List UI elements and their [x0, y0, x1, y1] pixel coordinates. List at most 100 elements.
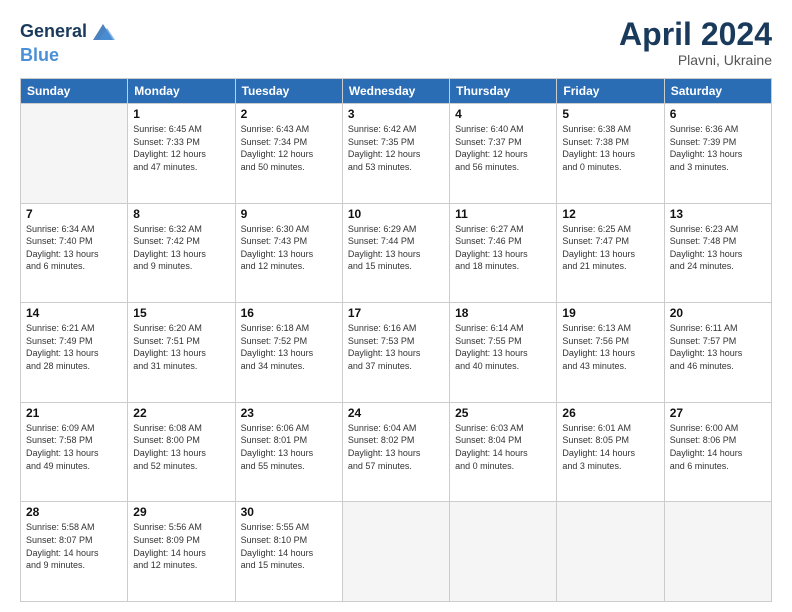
day-info: Sunrise: 6:23 AMSunset: 7:48 PMDaylight:… — [670, 223, 766, 273]
day-number: 7 — [26, 207, 122, 221]
table-row: 23 Sunrise: 6:06 AMSunset: 8:01 PMDayligh… — [235, 402, 342, 502]
calendar-week-row: 7 Sunrise: 6:34 AMSunset: 7:40 PMDaylight… — [21, 203, 772, 303]
day-number: 28 — [26, 505, 122, 519]
table-row: 21Sunrise: 6:09 AMSunset: 7:58 PMDayligh… — [21, 402, 128, 502]
day-info: Sunrise: 5:55 AMSunset: 8:10 PMDaylight:… — [241, 521, 337, 571]
day-info: Sunrise: 6:03 AMSunset: 8:04 PMDaylight:… — [455, 422, 551, 472]
day-info: Sunrise: 6:27 AMSunset: 7:46 PMDaylight:… — [455, 223, 551, 273]
day-info: Sunrise: 6:30 AMSunset: 7:43 PMDaylight:… — [241, 223, 337, 273]
day-info: Sunrise: 6:18 AMSunset: 7:52 PMDaylight:… — [241, 322, 337, 372]
day-number: 3 — [348, 107, 444, 121]
day-number: 2 — [241, 107, 337, 121]
header-tuesday: Tuesday — [235, 79, 342, 104]
header-sunday: Sunday — [21, 79, 128, 104]
header-thursday: Thursday — [450, 79, 557, 104]
table-row: 8 Sunrise: 6:32 AMSunset: 7:42 PMDaylight… — [128, 203, 235, 303]
day-number: 20 — [670, 306, 766, 320]
day-info: Sunrise: 6:14 AMSunset: 7:55 PMDaylight:… — [455, 322, 551, 372]
day-number: 22 — [133, 406, 229, 420]
day-number: 10 — [348, 207, 444, 221]
location: Plavni, Ukraine — [619, 52, 772, 68]
day-info: Sunrise: 6:45 AMSunset: 7:33 PMDaylight:… — [133, 123, 229, 173]
day-number: 26 — [562, 406, 658, 420]
day-number: 6 — [670, 107, 766, 121]
day-info: Sunrise: 5:56 AMSunset: 8:09 PMDaylight:… — [133, 521, 229, 571]
table-row: 29 Sunrise: 5:56 AMSunset: 8:09 PMDayligh… — [128, 502, 235, 602]
weekday-header-row: Sunday Monday Tuesday Wednesday Thursday… — [21, 79, 772, 104]
logo: General Blue — [20, 18, 117, 66]
day-number: 24 — [348, 406, 444, 420]
table-row: 4Sunrise: 6:40 AMSunset: 7:37 PMDaylight… — [450, 104, 557, 204]
day-info: Sunrise: 6:21 AMSunset: 7:49 PMDaylight:… — [26, 322, 122, 372]
header-friday: Friday — [557, 79, 664, 104]
table-row: 12 Sunrise: 6:25 AMSunset: 7:47 PMDayligh… — [557, 203, 664, 303]
table-row: 9 Sunrise: 6:30 AMSunset: 7:43 PMDaylight… — [235, 203, 342, 303]
day-info: Sunrise: 6:06 AMSunset: 8:01 PMDaylight:… — [241, 422, 337, 472]
calendar: Sunday Monday Tuesday Wednesday Thursday… — [20, 78, 772, 602]
table-row: 13 Sunrise: 6:23 AMSunset: 7:48 PMDayligh… — [664, 203, 771, 303]
day-number: 8 — [133, 207, 229, 221]
day-number: 18 — [455, 306, 551, 320]
day-number: 23 — [241, 406, 337, 420]
table-row: 27Sunrise: 6:00 AMSunset: 8:06 PMDayligh… — [664, 402, 771, 502]
day-number: 12 — [562, 207, 658, 221]
table-row — [450, 502, 557, 602]
day-number: 25 — [455, 406, 551, 420]
calendar-week-row: 21Sunrise: 6:09 AMSunset: 7:58 PMDayligh… — [21, 402, 772, 502]
header-monday: Monday — [128, 79, 235, 104]
day-number: 11 — [455, 207, 551, 221]
day-number: 21 — [26, 406, 122, 420]
table-row: 30Sunrise: 5:55 AMSunset: 8:10 PMDayligh… — [235, 502, 342, 602]
table-row: 7 Sunrise: 6:34 AMSunset: 7:40 PMDaylight… — [21, 203, 128, 303]
day-number: 16 — [241, 306, 337, 320]
table-row: 20 Sunrise: 6:11 AMSunset: 7:57 PMDayligh… — [664, 303, 771, 403]
table-row: 10 Sunrise: 6:29 AMSunset: 7:44 PMDayligh… — [342, 203, 449, 303]
day-info: Sunrise: 5:58 AMSunset: 8:07 PMDaylight:… — [26, 521, 122, 571]
table-row — [664, 502, 771, 602]
title-block: April 2024 Plavni, Ukraine — [619, 18, 772, 68]
table-row: 15 Sunrise: 6:20 AMSunset: 7:51 PMDayligh… — [128, 303, 235, 403]
day-info: Sunrise: 6:42 AMSunset: 7:35 PMDaylight:… — [348, 123, 444, 173]
day-number: 19 — [562, 306, 658, 320]
day-info: Sunrise: 6:01 AMSunset: 8:05 PMDaylight:… — [562, 422, 658, 472]
table-row: 26 Sunrise: 6:01 AMSunset: 8:05 PMDayligh… — [557, 402, 664, 502]
calendar-week-row: 14 Sunrise: 6:21 AMSunset: 7:49 PMDayligh… — [21, 303, 772, 403]
day-info: Sunrise: 6:25 AMSunset: 7:47 PMDaylight:… — [562, 223, 658, 273]
day-info: Sunrise: 6:16 AMSunset: 7:53 PMDaylight:… — [348, 322, 444, 372]
logo-icon — [89, 18, 117, 46]
day-info: Sunrise: 6:11 AMSunset: 7:57 PMDaylight:… — [670, 322, 766, 372]
header: General Blue April 2024 Plavni, Ukraine — [20, 18, 772, 68]
table-row: 3 Sunrise: 6:42 AMSunset: 7:35 PMDaylight… — [342, 104, 449, 204]
day-info: Sunrise: 6:04 AMSunset: 8:02 PMDaylight:… — [348, 422, 444, 472]
table-row: 1Sunrise: 6:45 AMSunset: 7:33 PMDaylight… — [128, 104, 235, 204]
table-row: 22Sunrise: 6:08 AMSunset: 8:00 PMDayligh… — [128, 402, 235, 502]
table-row: 25 Sunrise: 6:03 AMSunset: 8:04 PMDayligh… — [450, 402, 557, 502]
table-row: 24 Sunrise: 6:04 AMSunset: 8:02 PMDayligh… — [342, 402, 449, 502]
day-info: Sunrise: 6:13 AMSunset: 7:56 PMDaylight:… — [562, 322, 658, 372]
day-info: Sunrise: 6:32 AMSunset: 7:42 PMDaylight:… — [133, 223, 229, 273]
table-row — [342, 502, 449, 602]
day-info: Sunrise: 6:43 AMSunset: 7:34 PMDaylight:… — [241, 123, 337, 173]
day-number: 14 — [26, 306, 122, 320]
day-info: Sunrise: 6:20 AMSunset: 7:51 PMDaylight:… — [133, 322, 229, 372]
day-info: Sunrise: 6:38 AMSunset: 7:38 PMDaylight:… — [562, 123, 658, 173]
day-info: Sunrise: 6:34 AMSunset: 7:40 PMDaylight:… — [26, 223, 122, 273]
table-row: 17 Sunrise: 6:16 AMSunset: 7:53 PMDayligh… — [342, 303, 449, 403]
day-info: Sunrise: 6:29 AMSunset: 7:44 PMDaylight:… — [348, 223, 444, 273]
day-number: 17 — [348, 306, 444, 320]
table-row: 5 Sunrise: 6:38 AMSunset: 7:38 PMDaylight… — [557, 104, 664, 204]
logo-text2: Blue — [20, 45, 59, 65]
day-number: 9 — [241, 207, 337, 221]
day-info: Sunrise: 6:00 AMSunset: 8:06 PMDaylight:… — [670, 422, 766, 472]
logo-text: General — [20, 22, 87, 42]
day-number: 15 — [133, 306, 229, 320]
day-number: 29 — [133, 505, 229, 519]
header-saturday: Saturday — [664, 79, 771, 104]
day-number: 5 — [562, 107, 658, 121]
day-number: 13 — [670, 207, 766, 221]
table-row: 19 Sunrise: 6:13 AMSunset: 7:56 PMDayligh… — [557, 303, 664, 403]
table-row — [21, 104, 128, 204]
table-row — [557, 502, 664, 602]
table-row: 28 Sunrise: 5:58 AMSunset: 8:07 PMDayligh… — [21, 502, 128, 602]
calendar-week-row: 1Sunrise: 6:45 AMSunset: 7:33 PMDaylight… — [21, 104, 772, 204]
